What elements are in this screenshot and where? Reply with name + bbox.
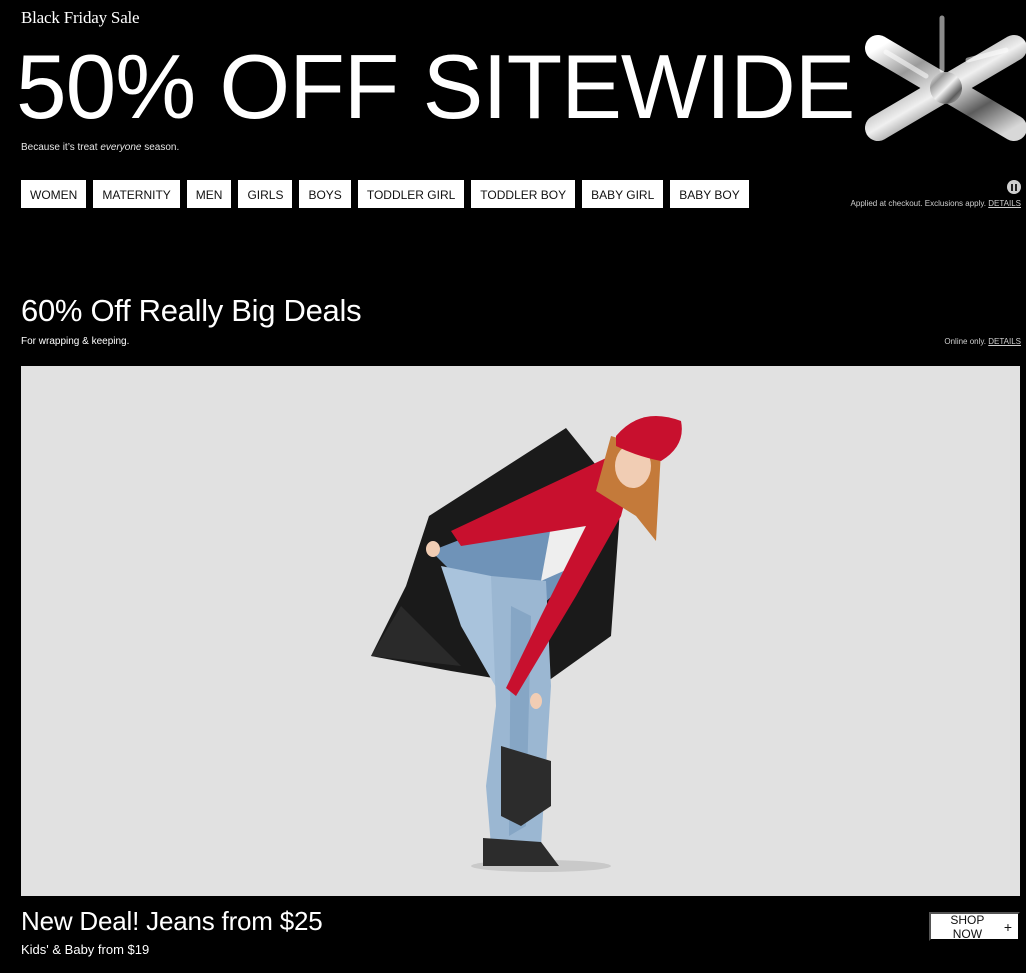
shop-now-label: SHOP NOW: [950, 912, 985, 941]
deals-legal-text: Online only.: [944, 337, 989, 346]
hero-headline: 50% OFF SITEWIDE: [16, 37, 856, 138]
hero-legal-text: Applied at checkout. Exclusions apply.: [850, 199, 989, 208]
dept-button-boys[interactable]: BOYS: [299, 180, 351, 208]
dept-button-maternity[interactable]: MATERNITY: [93, 180, 180, 208]
pause-button[interactable]: [1007, 180, 1021, 194]
deal-hero-image[interactable]: [21, 366, 1020, 896]
plus-icon: +: [1003, 918, 1012, 935]
dept-button-baby-girl[interactable]: BABY GIRL: [582, 180, 664, 208]
dept-button-baby-boy[interactable]: BABY BOY: [670, 180, 749, 208]
model-in-jeans-red-scarf-photo: [371, 416, 682, 872]
dept-button-toddler-boy[interactable]: TODDLER BOY: [471, 180, 576, 208]
pause-icon-bar: [1015, 183, 1017, 191]
dept-button-women[interactable]: WOMEN: [21, 180, 87, 208]
page: Black Friday Sale 50% OFF SITEWIDE Becau…: [0, 0, 1026, 973]
pause-icon: [1011, 183, 1013, 191]
deals-section-subtitle: For wrapping & keeping.: [21, 336, 130, 347]
shop-now-button[interactable]: SHOP NOW +: [929, 912, 1020, 941]
hero-subtitle: Because it’s treat everyone season.: [21, 142, 179, 153]
sale-eyebrow: Black Friday Sale: [21, 8, 140, 27]
hero-legal-note: Applied at checkout. Exclusions apply. D…: [851, 199, 1021, 208]
deal-headline: New Deal! Jeans from $25: [21, 906, 323, 936]
chrome-snowflake-graphic: [865, 0, 1026, 178]
hero-subtitle-prefix: Because it’s treat: [21, 142, 101, 153]
deals-legal-note: Online only. DETAILS: [944, 337, 1021, 346]
hero-subtitle-emphasis: everyone: [100, 142, 142, 153]
hero-details-link[interactable]: DETAILS: [988, 199, 1021, 208]
dept-button-girls[interactable]: GIRLS: [238, 180, 293, 208]
deals-section-title: 60% Off Really Big Deals: [21, 293, 362, 328]
department-nav: WOMEN MATERNITY MEN GIRLS BOYS TODDLER G…: [21, 180, 749, 208]
dept-button-toddler-girl[interactable]: TODDLER GIRL: [357, 180, 465, 208]
deals-details-link[interactable]: DETAILS: [988, 337, 1021, 346]
deal-subline: Kids' & Baby from $19: [21, 942, 150, 957]
dept-button-men[interactable]: MEN: [186, 180, 232, 208]
hero-subtitle-suffix: season.: [141, 142, 180, 153]
